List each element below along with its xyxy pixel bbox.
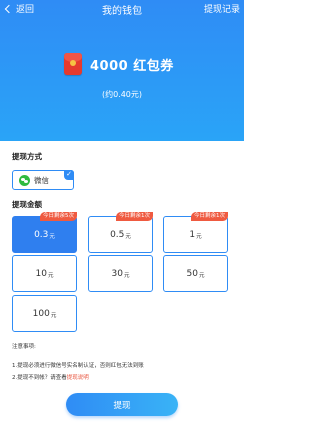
wechat-label: 微信 <box>34 175 49 185</box>
amount-option-10[interactable]: 10 元 <box>12 255 77 292</box>
amount-value: 10 <box>35 268 47 279</box>
red-packet-icon <box>64 53 82 75</box>
check-icon: ✓ <box>64 170 74 180</box>
amount-unit: 元 <box>49 234 55 240</box>
amount-value: 0.3 <box>34 229 49 240</box>
wechat-method-option[interactable]: 微信 ✓ <box>12 170 74 190</box>
top-bar: 返回 我的钱包 提现记录 <box>0 0 244 20</box>
amount-option-50[interactable]: 50 元 <box>163 255 228 292</box>
amount-value: 1 <box>189 229 196 240</box>
amount-unit: 元 <box>50 313 57 319</box>
withdraw-button[interactable]: 提现 <box>66 393 178 416</box>
amount-option-30[interactable]: 30 元 <box>88 255 153 292</box>
amount-option-100[interactable]: 100 元 <box>12 295 77 332</box>
withdraw-amount-label: 提现金额 <box>12 200 42 209</box>
balance-approx: (约0.40元) <box>101 90 143 99</box>
withdraw-method-label: 提现方式 <box>12 152 42 161</box>
remaining-badge: 今日剩余1次 <box>116 212 153 221</box>
wallet-header: 返回 我的钱包 提现记录 4000 红包券 (约0.40元) <box>0 0 244 141</box>
notes-line-2-text: 2.提现不到帐？请查看 <box>12 375 67 381</box>
amount-option-0-3[interactable]: 0.3 元 今日剩余5次 <box>12 212 77 253</box>
balance-text: 4000 红包券 <box>90 58 174 74</box>
notes-line-2: 2.提现不到帐？请查看提现说明 <box>12 375 89 383</box>
amount-unit: 元 <box>198 273 205 279</box>
withdraw-record-link[interactable]: 提现记录 <box>204 2 240 15</box>
amount-unit: 元 <box>196 234 202 240</box>
balance-row: 4000 红包券 <box>64 53 174 75</box>
amount-unit: 元 <box>123 273 130 279</box>
withdraw-instructions-link[interactable]: 提现说明 <box>67 375 89 381</box>
amount-unit: 元 <box>47 273 54 279</box>
wechat-icon <box>19 174 30 186</box>
amount-value: 30 <box>111 268 123 279</box>
amount-option-1[interactable]: 1元 今日剩余1次 <box>163 212 228 253</box>
notes-line-1: 1.提现必须进行微信号实名制认证，否则红包无法到账 <box>12 363 144 369</box>
remaining-badge: 今日剩余1次 <box>191 212 228 221</box>
amount-option-0-5[interactable]: 0.5 元 今日剩余1次 <box>88 212 153 253</box>
amount-unit: 元 <box>125 234 131 240</box>
amount-value: 50 <box>186 268 198 279</box>
amount-value: 0.5 <box>110 229 125 240</box>
remaining-badge: 今日剩余5次 <box>40 212 77 221</box>
amount-value: 100 <box>32 308 50 319</box>
notes-title: 注意事项: <box>12 344 36 350</box>
